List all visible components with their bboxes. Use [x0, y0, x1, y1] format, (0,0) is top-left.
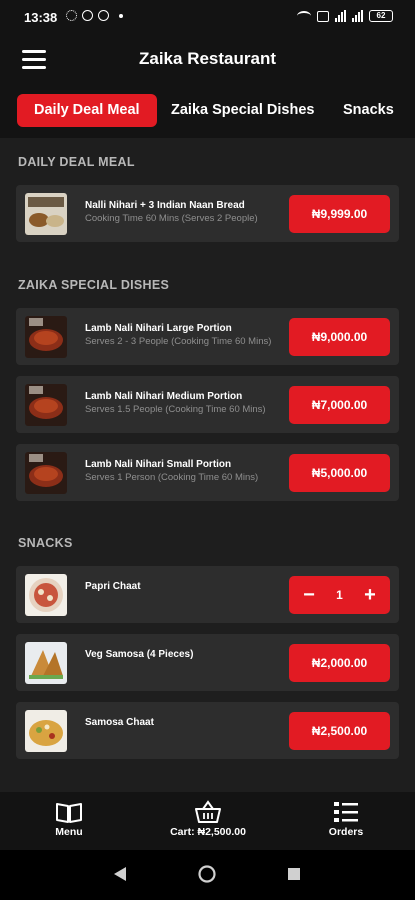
page-title: Zaika Restaurant: [139, 49, 276, 68]
list-item[interactable]: Veg Samosa (4 Pieces) ₦2,000.00: [16, 634, 399, 691]
list-item[interactable]: Lamb Nali Nihari Large Portion Serves 2 …: [16, 308, 399, 365]
quantity-value: 1: [336, 588, 343, 602]
item-image: [25, 452, 67, 494]
list-item[interactable]: Lamb Nali Nihari Small Portion Serves 1 …: [16, 444, 399, 501]
add-to-cart-button[interactable]: ₦2,500.00: [289, 712, 390, 750]
item-image: [25, 193, 67, 235]
item-name: Lamb Nali Nihari Small Portion: [85, 459, 232, 470]
bottom-navigation: Menu Cart: ₦2,500.00 Orders: [0, 792, 415, 850]
nav-orders[interactable]: Orders: [318, 792, 374, 850]
section-title-daily: DAILY DEAL MEAL: [18, 155, 135, 169]
wifi-icon: [297, 11, 311, 21]
item-image: [25, 710, 67, 752]
nav-menu[interactable]: Menu: [44, 792, 94, 850]
nav-orders-label: Orders: [328, 826, 364, 838]
item-description: Serves 1.5 People (Cooking Time 60 Mins): [85, 404, 266, 415]
add-to-cart-button[interactable]: ₦9,000.00: [289, 318, 390, 356]
volte-icon: [317, 10, 329, 22]
book-icon: [56, 803, 82, 823]
item-name: Veg Samosa (4 Pieces): [85, 649, 194, 660]
whatsapp-icon: [82, 10, 93, 21]
list-item[interactable]: Nalli Nihari + 3 Indian Naan Bread Cooki…: [16, 185, 399, 242]
section-title-special: ZAIKA SPECIAL DISHES: [18, 278, 170, 292]
item-image: [25, 316, 67, 358]
status-time: 13:38: [24, 10, 58, 25]
nav-menu-label: Menu: [55, 826, 83, 838]
home-icon[interactable]: [198, 865, 216, 883]
system-status-icons: 62: [297, 10, 393, 22]
add-to-cart-button[interactable]: ₦2,000.00: [289, 644, 390, 682]
item-name: Lamb Nali Nihari Medium Portion: [85, 391, 243, 402]
settings-notification-icon: [66, 10, 77, 21]
more-notifications-icon: [119, 13, 123, 18]
item-description: Serves 1 Person (Cooking Time 60 Mins): [85, 472, 259, 483]
add-to-cart-button[interactable]: ₦5,000.00: [289, 454, 390, 492]
add-to-cart-button[interactable]: ₦7,000.00: [289, 386, 390, 424]
viber-icon: [98, 10, 109, 21]
increase-quantity-button[interactable]: +: [355, 576, 385, 614]
tab-daily-deal-meal[interactable]: Daily Deal Meal: [17, 94, 157, 127]
add-to-cart-button[interactable]: ₦9,999.00: [289, 195, 390, 233]
tab-snacks[interactable]: Snacks: [343, 94, 394, 127]
list-item[interactable]: Lamb Nali Nihari Medium Portion Serves 1…: [16, 376, 399, 433]
quantity-stepper: − 1 +: [289, 576, 390, 614]
item-image: [25, 574, 67, 616]
status-bar: 13:38 62: [0, 0, 415, 36]
item-name: Lamb Nali Nihari Large Portion: [85, 323, 232, 334]
item-name: Nalli Nihari + 3 Indian Naan Bread: [85, 200, 245, 211]
battery-icon: 62: [369, 10, 393, 22]
item-description: Serves 2 - 3 People (Cooking Time 60 Min…: [85, 336, 272, 347]
item-image: [25, 642, 67, 684]
nav-cart-label: Cart: ₦2,500.00: [170, 826, 246, 838]
signal-icon: [335, 10, 346, 22]
recents-icon[interactable]: [287, 867, 301, 881]
item-image: [25, 384, 67, 426]
app-header: Zaika Restaurant: [0, 36, 415, 84]
list-item[interactable]: Samosa Chaat ₦2,500.00: [16, 702, 399, 759]
basket-icon: [195, 800, 221, 823]
notification-icons: [66, 10, 123, 21]
item-description: Cooking Time 60 Mins (Serves 2 People): [85, 213, 258, 224]
category-tabs: Daily Deal Meal Zaika Special Dishes Sna…: [0, 84, 415, 138]
system-navigation-bar: [0, 850, 415, 900]
tab-zaika-special-dishes[interactable]: Zaika Special Dishes: [171, 94, 314, 127]
back-icon[interactable]: [113, 866, 127, 882]
signal-icon-2: [352, 10, 363, 22]
list-icon: [334, 802, 358, 822]
item-name: Samosa Chaat: [85, 717, 154, 728]
item-name: Papri Chaat: [85, 581, 141, 592]
section-title-snacks: SNACKS: [18, 536, 73, 550]
list-item[interactable]: Papri Chaat − 1 +: [16, 566, 399, 623]
nav-cart[interactable]: Cart: ₦2,500.00: [155, 792, 261, 850]
